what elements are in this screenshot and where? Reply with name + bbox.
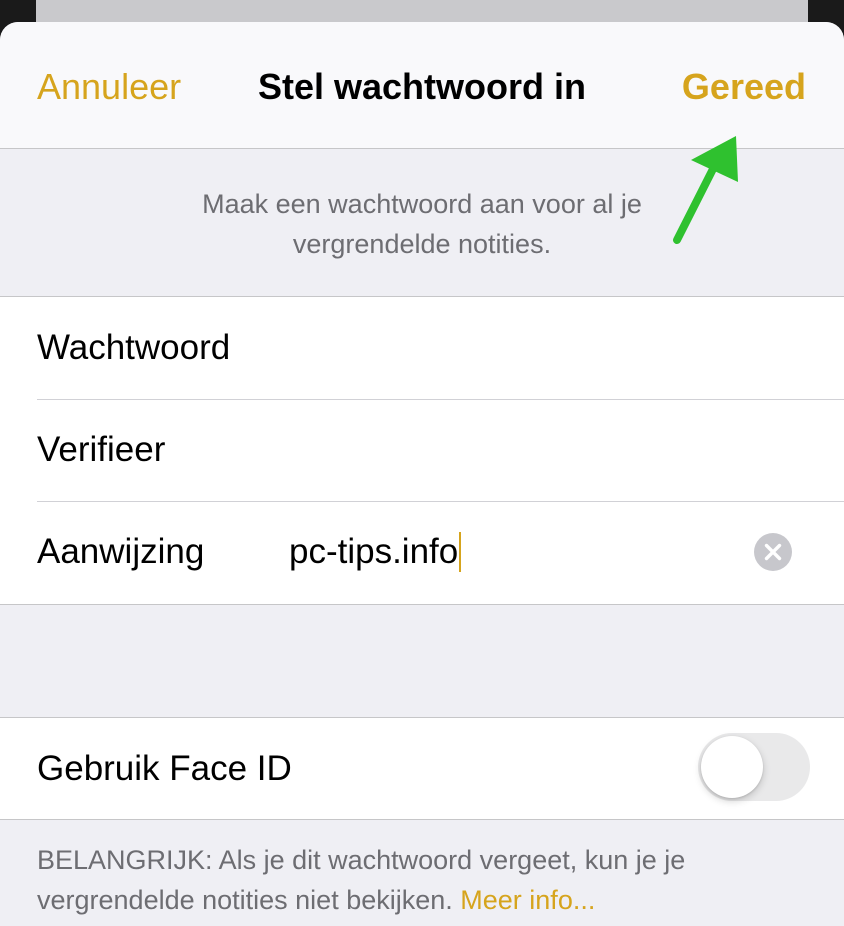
- face-id-label: Gebruik Face ID: [37, 749, 292, 788]
- navigation-bar: Stel wachtwoord in Annuleer Gereed: [0, 22, 844, 149]
- footer-note: BELANGRIJK: Als je dit wachtwoord vergee…: [37, 840, 797, 920]
- verify-label: Verifieer: [37, 430, 166, 469]
- verify-field[interactable]: Verifieer: [0, 399, 844, 501]
- password-field[interactable]: Wachtwoord: [0, 297, 844, 399]
- text-caret: [459, 531, 462, 572]
- clear-circle-icon[interactable]: [754, 533, 792, 571]
- hint-field[interactable]: Aanwijzing pc-tips.info: [0, 501, 844, 603]
- description-text: Maak een wachtwoord aan voor al je vergr…: [202, 189, 642, 259]
- face-id-toggle[interactable]: [698, 733, 810, 801]
- toggle-knob: [701, 736, 763, 798]
- password-form: Wachtwoord Verifieer Aanwijzing pc-tips.…: [0, 296, 844, 605]
- more-info-link[interactable]: Meer info...: [460, 885, 595, 915]
- face-id-group: Gebruik Face ID: [0, 717, 844, 820]
- done-button[interactable]: Gereed: [682, 66, 806, 108]
- cancel-button[interactable]: Annuleer: [37, 66, 181, 108]
- hint-label: Aanwijzing: [37, 532, 205, 571]
- password-label: Wachtwoord: [37, 328, 231, 367]
- password-sheet: Stel wachtwoord in Annuleer Gereed Maak …: [0, 22, 844, 926]
- hint-input[interactable]: pc-tips.info: [289, 501, 462, 603]
- hint-input-value: pc-tips.info: [289, 532, 459, 571]
- face-id-row: Gebruik Face ID: [0, 718, 844, 820]
